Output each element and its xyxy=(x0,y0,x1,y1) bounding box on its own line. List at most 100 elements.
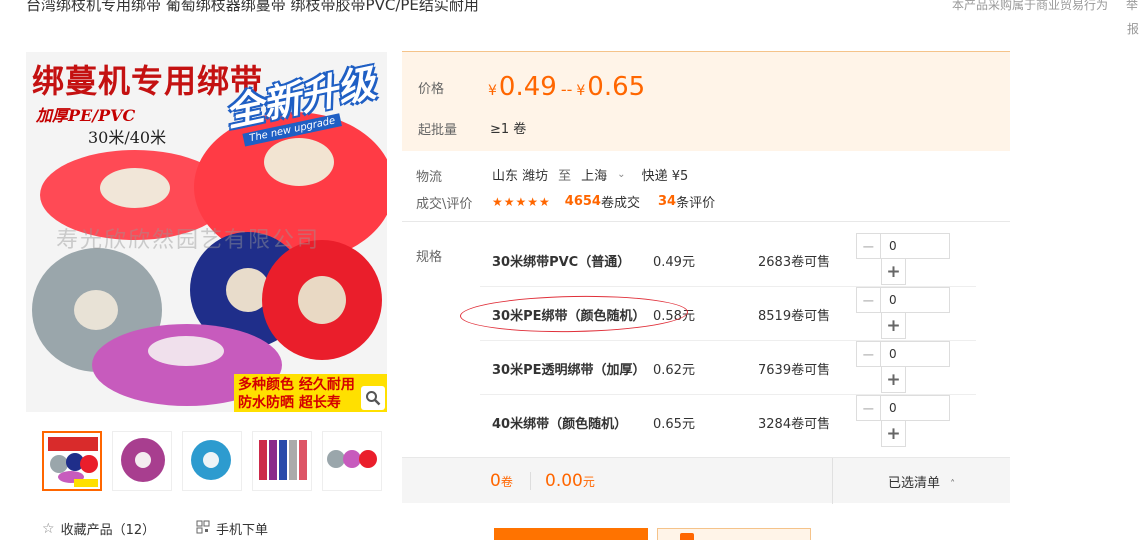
promo-line-2: 防水防晒 超长寿 xyxy=(238,395,341,411)
minus-button[interactable]: − xyxy=(856,341,881,367)
tape-red-mid-hole xyxy=(298,276,346,324)
chevron-up-icon: ˄ xyxy=(950,479,956,490)
selected-list-text: 已选清单 xyxy=(888,476,941,491)
price-min: 0.49 xyxy=(498,72,557,102)
price-panel: 价格 ¥ 0.49 -- ¥ 0.65 起批量 ≥1 卷 xyxy=(402,51,1010,151)
add-to-cart-button[interactable] xyxy=(657,528,811,540)
ship-to-word: 至 xyxy=(558,169,572,184)
price-label: 价格 xyxy=(418,82,445,97)
deals-count[interactable]: 4654 xyxy=(565,194,601,209)
spec-price: 0.62元 xyxy=(653,363,695,378)
report-link-top[interactable]: 举 xyxy=(1126,0,1138,13)
thumbnail-4[interactable] xyxy=(252,431,312,491)
promo-line-1: 多种颜色 经久耐用 xyxy=(238,377,355,393)
spec-price: 0.65元 xyxy=(653,417,695,432)
deals-unit: 卷成交 xyxy=(600,196,640,211)
spec-row: 30米PE绑带（颜色随机） 0.58元 8519卷可售 − 0 + xyxy=(480,287,976,341)
selected-count-unit: 卷 xyxy=(500,475,513,489)
spec-name: 30米绑带PVC（普通） xyxy=(492,255,631,270)
favorite-label: 收藏产品（12） xyxy=(60,523,156,538)
moq-label: 起批量 xyxy=(418,123,458,138)
currency-symbol: ¥ xyxy=(488,83,497,99)
image-length-text: 30米/40米 xyxy=(88,128,167,147)
selected-amount-unit: 元 xyxy=(582,475,595,489)
reviews-count[interactable]: 34 xyxy=(658,194,676,209)
order-summary-bar: 0卷 0.00元 已选清单 ˄ xyxy=(402,457,1010,504)
price-max: 0.65 xyxy=(587,72,646,102)
price-separator: -- xyxy=(560,80,573,99)
ship-to: 上海 xyxy=(581,169,608,184)
image-watermark: 寿光欣欣然园艺有限公司 xyxy=(56,228,321,253)
quantity-input[interactable]: 0 xyxy=(881,287,950,313)
spec-stock: 3284卷可售 xyxy=(758,417,831,432)
spec-label: 规格 xyxy=(416,250,443,265)
magnifier-icon[interactable] xyxy=(361,386,385,410)
shipping-fee: 快递 ¥5 xyxy=(641,169,689,184)
mobile-order-label: 手机下单 xyxy=(216,523,269,538)
thumbnail-strip xyxy=(42,431,382,491)
chevron-down-icon: ⌄ xyxy=(617,169,626,180)
quantity-input[interactable]: 0 xyxy=(881,341,950,367)
logistics-label: 物流 xyxy=(416,170,443,185)
spec-row: 30米PE透明绑带（加厚） 0.62元 7639卷可售 − 0 + xyxy=(480,341,976,395)
logistics-section: 物流 山东 潍坊 至 上海 ⌄ 快递 ¥5 成交\评价 ★★★★★ 4654 卷… xyxy=(402,152,1010,222)
spec-price: 0.49元 xyxy=(653,255,695,270)
quantity-input[interactable]: 0 xyxy=(881,395,950,421)
spec-row: 30米绑带PVC（普通） 0.49元 2683卷可售 − 0 + xyxy=(480,233,976,287)
quantity-stepper: − 0 + xyxy=(856,341,950,393)
thumbnail-3[interactable] xyxy=(182,431,242,491)
plus-button[interactable]: + xyxy=(881,367,906,393)
rating-stars: ★★★★★ xyxy=(492,194,551,209)
plus-button[interactable]: + xyxy=(881,421,906,447)
quantity-input[interactable]: 0 xyxy=(881,233,950,259)
reviews-unit: 条评价 xyxy=(676,196,716,211)
spec-stock: 8519卷可售 xyxy=(758,309,831,324)
minus-button[interactable]: − xyxy=(856,287,881,313)
plus-button[interactable]: + xyxy=(881,313,906,339)
selected-list-label: 已选清单 ˄ xyxy=(888,472,955,491)
main-product-image[interactable]: 绑蔓机专用绑带 加厚PE/PVC 30米/40米 全新升级 The new up… xyxy=(26,52,387,412)
spec-row: 40米绑带（颜色随机） 0.65元 3284卷可售 − 0 + xyxy=(480,395,976,449)
tape-purple-hole xyxy=(148,336,224,366)
spec-name: 40米绑带（颜色随机） xyxy=(492,417,628,432)
qr-code-icon xyxy=(196,520,210,538)
thumbnail-2[interactable] xyxy=(112,431,172,491)
quantity-stepper: − 0 + xyxy=(856,233,950,285)
report-link-bottom[interactable]: 报 xyxy=(1127,20,1139,37)
thumbnail-5[interactable] xyxy=(322,431,382,491)
selected-count-value: 0 xyxy=(490,471,501,491)
summary-divider xyxy=(530,472,531,490)
plus-button[interactable]: + xyxy=(881,259,906,285)
product-title: 台湾绑枝机专用绑带 葡萄绑枝器绑蔓带 绑枝带胶带PVC/PE结实耐用 xyxy=(26,0,479,14)
ship-to-select[interactable]: 上海 ⌄ xyxy=(581,165,625,184)
currency-symbol: ¥ xyxy=(576,83,586,99)
buy-now-button[interactable] xyxy=(494,528,648,540)
selected-count: 0卷 xyxy=(490,471,513,491)
selected-amount: 0.00元 xyxy=(545,471,595,491)
selected-list-toggle[interactable]: 已选清单 ˄ xyxy=(832,458,1010,504)
moq-value: ≥1 卷 xyxy=(490,122,527,137)
deal-row: ★★★★★ 4654 卷成交 34 条评价 xyxy=(492,192,715,211)
ship-from: 山东 潍坊 xyxy=(492,169,549,184)
spec-stock: 2683卷可售 xyxy=(758,255,831,270)
spec-price: 0.58元 xyxy=(653,309,695,324)
star-outline-icon: ☆ xyxy=(42,520,55,537)
price-range: ¥ 0.49 -- ¥ 0.65 xyxy=(488,72,645,102)
spec-stock: 7639卷可售 xyxy=(758,363,831,378)
minus-button[interactable]: − xyxy=(856,395,881,421)
spec-name: 30米PE绑带（颜色随机） xyxy=(492,309,646,324)
selected-amount-value: 0.00 xyxy=(545,471,583,491)
logistics-route: 山东 潍坊 至 上海 ⌄ 快递 ¥5 xyxy=(492,165,688,184)
mobile-order-link[interactable]: 手机下单 xyxy=(196,519,268,538)
trade-notice: 本产品采购属于商业贸易行为 xyxy=(952,0,1109,12)
quantity-stepper: − 0 + xyxy=(856,287,950,339)
favorite-link[interactable]: ☆ 收藏产品（12） xyxy=(42,519,156,539)
tape-red-top-hole xyxy=(100,168,170,208)
thumbnail-1[interactable] xyxy=(42,431,102,491)
quantity-stepper: − 0 + xyxy=(856,395,950,447)
cart-icon xyxy=(680,533,694,540)
tape-gray-hole xyxy=(74,290,118,330)
image-thick-text: 加厚PE/PVC xyxy=(36,106,136,125)
minus-button[interactable]: − xyxy=(856,233,881,259)
deal-label: 成交\评价 xyxy=(416,197,473,212)
